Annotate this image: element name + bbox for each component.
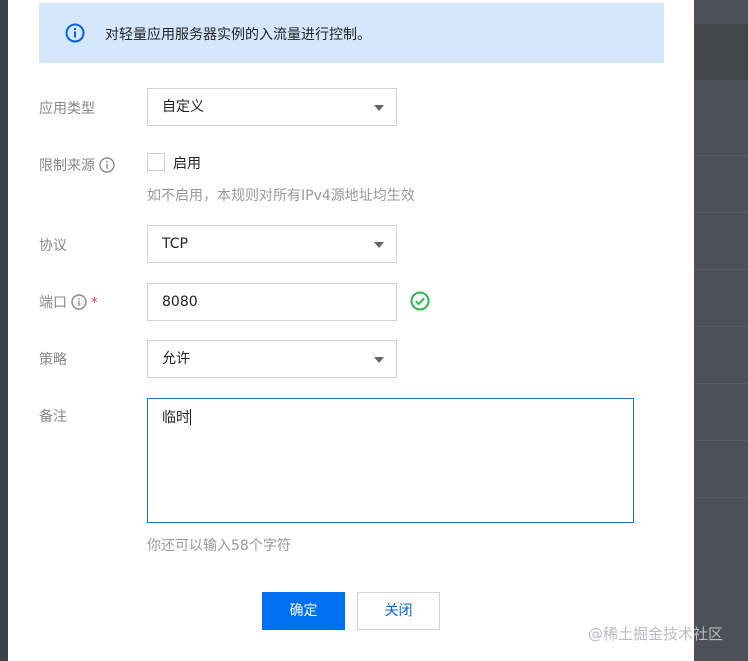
app-type-label: 应用类型 bbox=[39, 101, 95, 117]
chevron-down-icon bbox=[374, 357, 384, 363]
app-type-select[interactable]: 自定义 bbox=[147, 88, 397, 126]
background-row-divider bbox=[694, 440, 748, 441]
port-label: 端口 * bbox=[39, 292, 98, 312]
watermark: @稀土掘金技术社区 bbox=[588, 625, 724, 643]
background-page-right bbox=[694, 0, 748, 661]
policy-select[interactable]: 允许 bbox=[147, 340, 397, 378]
background-header-band bbox=[694, 24, 748, 80]
background-row-divider bbox=[694, 269, 748, 270]
check-circle-icon bbox=[410, 291, 430, 311]
source-limit-label: 限制来源 bbox=[39, 155, 115, 175]
add-rule-dialog: 对轻量应用服务器实例的入流量进行控制。 应用类型 自定义 限制来源 启用 如不启… bbox=[8, 0, 694, 661]
background-row-divider bbox=[694, 212, 748, 213]
remark-value: 临时 bbox=[162, 410, 190, 426]
background-row-divider bbox=[694, 383, 748, 384]
protocol-value: TCP bbox=[162, 236, 188, 252]
background-row-divider bbox=[694, 326, 748, 327]
remark-char-counter: 你还可以输入58个字符 bbox=[147, 538, 291, 554]
port-input[interactable]: 8080 bbox=[147, 283, 397, 321]
port-label-text: 端口 bbox=[39, 295, 67, 311]
background-row-divider bbox=[694, 155, 748, 156]
source-limit-checkbox[interactable] bbox=[147, 153, 165, 171]
background-row-divider bbox=[694, 497, 748, 498]
remark-textarea[interactable]: 临时 bbox=[147, 398, 634, 523]
port-value: 8080 bbox=[162, 294, 198, 310]
app-type-value: 自定义 bbox=[162, 99, 204, 115]
source-limit-label-text: 限制来源 bbox=[39, 158, 95, 174]
background-page-left bbox=[0, 0, 8, 661]
chevron-down-icon bbox=[374, 105, 384, 111]
close-button[interactable]: 关闭 bbox=[357, 592, 440, 630]
remark-label: 备注 bbox=[39, 409, 67, 425]
source-limit-checkbox-label[interactable]: 启用 bbox=[173, 153, 201, 173]
confirm-button[interactable]: 确定 bbox=[262, 592, 345, 630]
policy-label: 策略 bbox=[39, 352, 67, 368]
text-caret bbox=[190, 409, 191, 425]
source-limit-hint: 如不启用，本规则对所有IPv4源地址均生效 bbox=[147, 188, 415, 204]
info-icon bbox=[65, 23, 85, 43]
protocol-select[interactable]: TCP bbox=[147, 225, 397, 263]
protocol-label: 协议 bbox=[39, 238, 67, 254]
policy-value: 允许 bbox=[162, 351, 190, 367]
info-icon[interactable] bbox=[71, 294, 87, 310]
notice-text: 对轻量应用服务器实例的入流量进行控制。 bbox=[105, 27, 371, 43]
required-mark: * bbox=[91, 295, 98, 311]
info-icon[interactable] bbox=[99, 157, 115, 173]
chevron-down-icon bbox=[374, 242, 384, 248]
info-notice: 对轻量应用服务器实例的入流量进行控制。 bbox=[39, 3, 664, 63]
